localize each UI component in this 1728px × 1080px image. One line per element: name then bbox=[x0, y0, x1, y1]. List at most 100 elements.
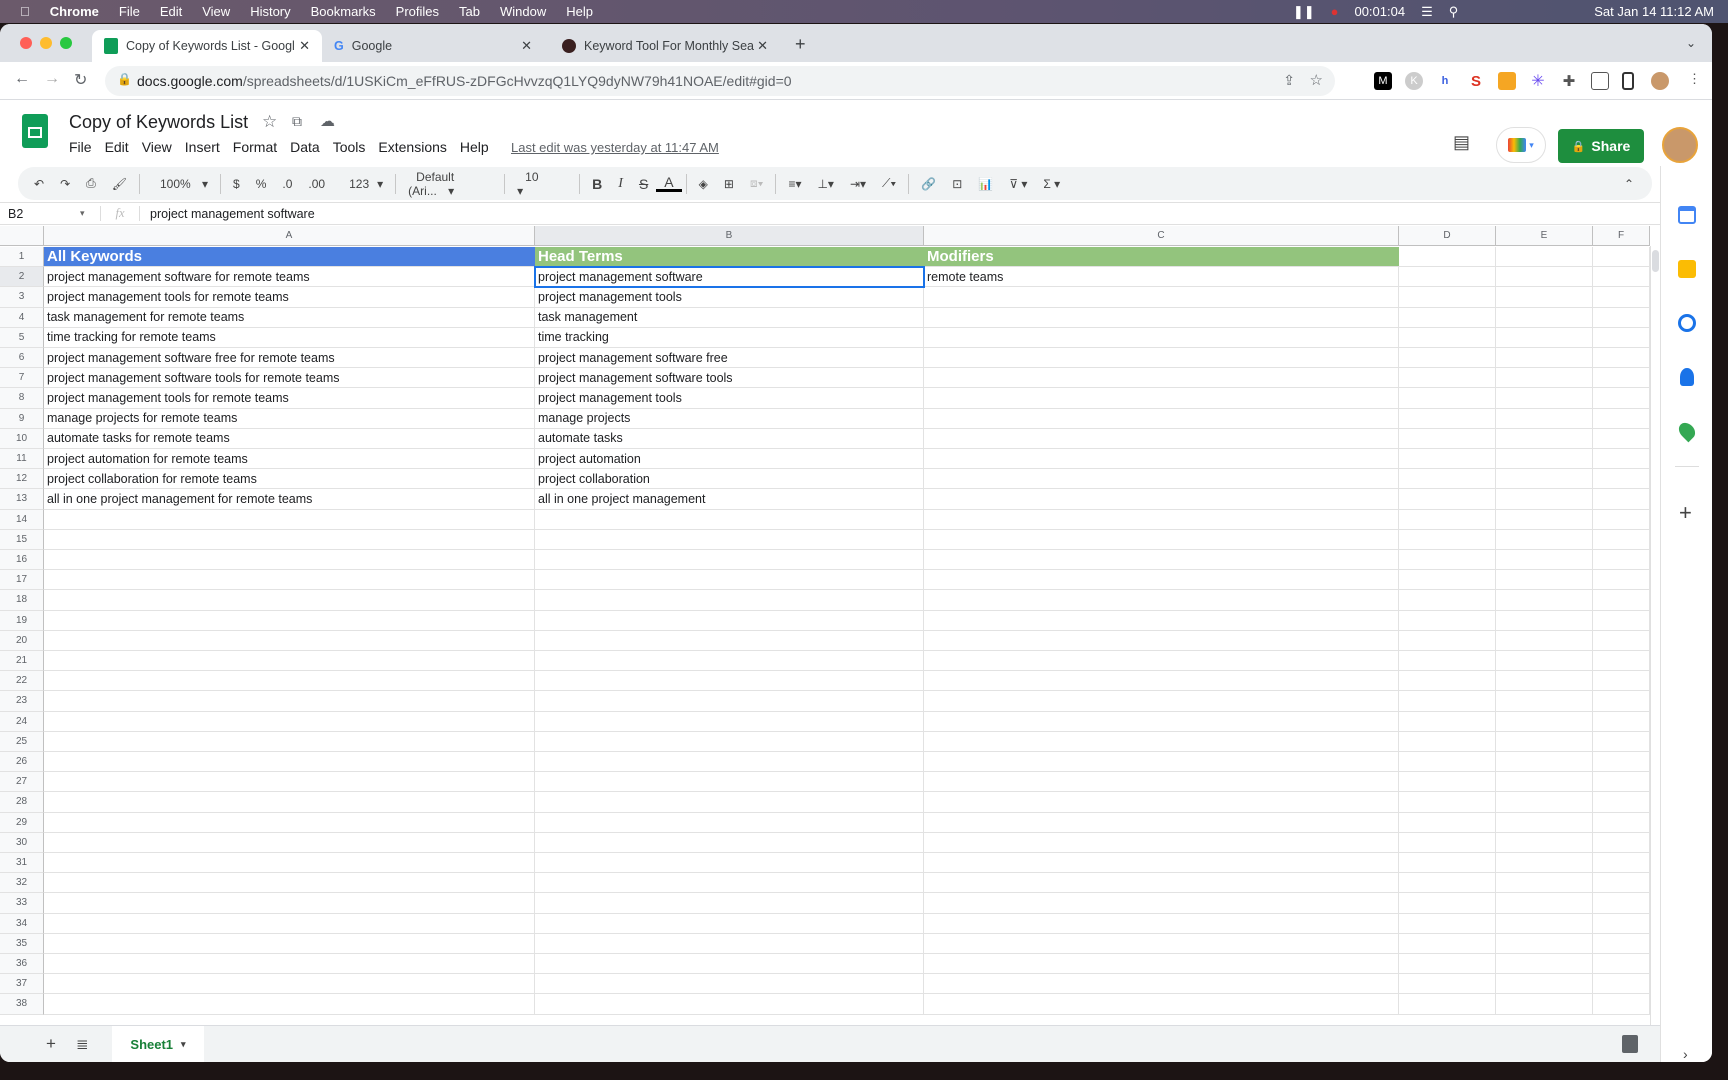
cell-A21[interactable] bbox=[44, 651, 535, 672]
cell-A24[interactable] bbox=[44, 711, 535, 732]
reload-icon[interactable]: ↻ bbox=[74, 70, 87, 90]
cell-E19[interactable] bbox=[1496, 610, 1593, 631]
functions-icon[interactable]: Σ ▾ bbox=[1035, 177, 1068, 191]
cell-A32[interactable] bbox=[44, 873, 535, 894]
cell-B26[interactable] bbox=[535, 752, 924, 773]
get-addons-icon[interactable]: + bbox=[1679, 500, 1692, 526]
cell-E9[interactable] bbox=[1496, 408, 1593, 429]
cell-F24[interactable] bbox=[1593, 711, 1650, 732]
cell-E17[interactable] bbox=[1496, 570, 1593, 591]
lock-icon[interactable]: 🔒 bbox=[117, 72, 132, 86]
move-folder-icon[interactable]: ⧉ bbox=[292, 113, 302, 130]
cell-B7[interactable]: project management software tools bbox=[535, 368, 924, 389]
row-header[interactable]: 9 bbox=[0, 408, 44, 429]
row-header[interactable]: 5 bbox=[0, 327, 44, 348]
cell-F13[interactable] bbox=[1593, 489, 1650, 510]
wifi-icon[interactable]: ☰ bbox=[1421, 4, 1433, 20]
cell-D16[interactable] bbox=[1399, 550, 1496, 571]
cell-F6[interactable] bbox=[1593, 348, 1650, 369]
menubar-item[interactable]: Edit bbox=[160, 4, 182, 19]
cell-F19[interactable] bbox=[1593, 610, 1650, 631]
cell-F2[interactable] bbox=[1593, 267, 1650, 288]
cell-F35[interactable] bbox=[1593, 933, 1650, 954]
menubar-item[interactable]: Tab bbox=[459, 4, 480, 19]
menu-insert[interactable]: Insert bbox=[185, 139, 220, 155]
cell-C36[interactable] bbox=[924, 954, 1399, 975]
font-select[interactable]: Default (Ari... ▾ bbox=[400, 170, 500, 198]
cell-F32[interactable] bbox=[1593, 873, 1650, 894]
cell-E2[interactable] bbox=[1496, 267, 1593, 288]
record-icon[interactable]: ● bbox=[1331, 4, 1339, 19]
cell-D24[interactable] bbox=[1399, 711, 1496, 732]
cell-E10[interactable] bbox=[1496, 428, 1593, 449]
row-header[interactable]: 14 bbox=[0, 509, 44, 530]
column-header-F[interactable]: F bbox=[1593, 226, 1650, 246]
close-tab-icon[interactable]: ✕ bbox=[757, 38, 768, 54]
row-header[interactable]: 8 bbox=[0, 388, 44, 409]
url-input[interactable]: 🔒 docs.google.com/spreadsheets/d/1USKiCm… bbox=[105, 66, 1335, 96]
cell-A17[interactable] bbox=[44, 570, 535, 591]
cell-C15[interactable] bbox=[924, 529, 1399, 550]
cell-B38[interactable] bbox=[535, 994, 924, 1015]
merge-cells-icon[interactable]: ⧈▾ bbox=[742, 176, 772, 191]
cell-C28[interactable] bbox=[924, 792, 1399, 813]
add-sheet-button[interactable]: + bbox=[46, 1034, 56, 1054]
cell-B36[interactable] bbox=[535, 954, 924, 975]
row-header[interactable]: 25 bbox=[0, 731, 44, 752]
row-header[interactable]: 18 bbox=[0, 590, 44, 611]
tab-google[interactable]: G Google ✕ bbox=[322, 30, 544, 62]
cell-E12[interactable] bbox=[1496, 469, 1593, 490]
row-header[interactable]: 1 bbox=[0, 247, 44, 268]
cell-C26[interactable] bbox=[924, 752, 1399, 773]
cell-F18[interactable] bbox=[1593, 590, 1650, 611]
cell-A11[interactable]: project automation for remote teams bbox=[44, 449, 535, 470]
cell-C32[interactable] bbox=[924, 873, 1399, 894]
last-edit-link[interactable]: Last edit was yesterday at 11:47 AM bbox=[511, 140, 719, 155]
row-header[interactable]: 28 bbox=[0, 792, 44, 813]
cell-D9[interactable] bbox=[1399, 408, 1496, 429]
cell-C5[interactable] bbox=[924, 327, 1399, 348]
cell-D19[interactable] bbox=[1399, 610, 1496, 631]
name-box-dropdown-icon[interactable]: ▾ bbox=[80, 208, 100, 219]
paint-format-icon[interactable]: 🖌 bbox=[104, 177, 135, 191]
cell-E38[interactable] bbox=[1496, 994, 1593, 1015]
cell-E7[interactable] bbox=[1496, 368, 1593, 389]
menu-tools[interactable]: Tools bbox=[333, 139, 366, 155]
more-formats-button[interactable]: 123 ▾ bbox=[333, 177, 391, 191]
cell-D14[interactable] bbox=[1399, 509, 1496, 530]
row-header[interactable]: 27 bbox=[0, 772, 44, 793]
cell-F4[interactable] bbox=[1593, 307, 1650, 328]
cell-E31[interactable] bbox=[1496, 853, 1593, 874]
cell-D21[interactable] bbox=[1399, 651, 1496, 672]
cell-E22[interactable] bbox=[1496, 671, 1593, 692]
search-icon[interactable]: ⚲ bbox=[1449, 4, 1459, 20]
currency-button[interactable]: $ bbox=[225, 177, 248, 191]
extension-asterisk-icon[interactable]: ✳ bbox=[1529, 72, 1547, 90]
cell-D12[interactable] bbox=[1399, 469, 1496, 490]
cell-E29[interactable] bbox=[1496, 812, 1593, 833]
cell-C21[interactable] bbox=[924, 651, 1399, 672]
cell-F9[interactable] bbox=[1593, 408, 1650, 429]
cloud-saved-icon[interactable]: ☁ bbox=[320, 112, 335, 130]
share-page-icon[interactable]: ⇪ bbox=[1283, 72, 1295, 89]
cell-D5[interactable] bbox=[1399, 327, 1496, 348]
cast-icon[interactable] bbox=[1591, 72, 1609, 90]
cell-D38[interactable] bbox=[1399, 994, 1496, 1015]
cell-A5[interactable]: time tracking for remote teams bbox=[44, 327, 535, 348]
cell-E6[interactable] bbox=[1496, 348, 1593, 369]
row-header[interactable]: 29 bbox=[0, 812, 44, 833]
cell-D13[interactable] bbox=[1399, 489, 1496, 510]
row-header[interactable]: 19 bbox=[0, 610, 44, 631]
cell-A10[interactable]: automate tasks for remote teams bbox=[44, 428, 535, 449]
cell-F23[interactable] bbox=[1593, 691, 1650, 712]
pause-icon[interactable]: ❚❚ bbox=[1293, 4, 1315, 20]
new-tab-button[interactable]: + bbox=[795, 34, 806, 55]
cell-B21[interactable] bbox=[535, 651, 924, 672]
cell-A6[interactable]: project management software free for rem… bbox=[44, 348, 535, 369]
cell-A16[interactable] bbox=[44, 550, 535, 571]
meet-button[interactable]: ▾ bbox=[1496, 127, 1546, 163]
fill-color-icon[interactable]: ◈ bbox=[691, 177, 716, 191]
cell-B37[interactable] bbox=[535, 974, 924, 995]
contacts-icon[interactable] bbox=[1680, 368, 1694, 386]
bookmark-star-icon[interactable]: ☆ bbox=[1310, 71, 1323, 89]
